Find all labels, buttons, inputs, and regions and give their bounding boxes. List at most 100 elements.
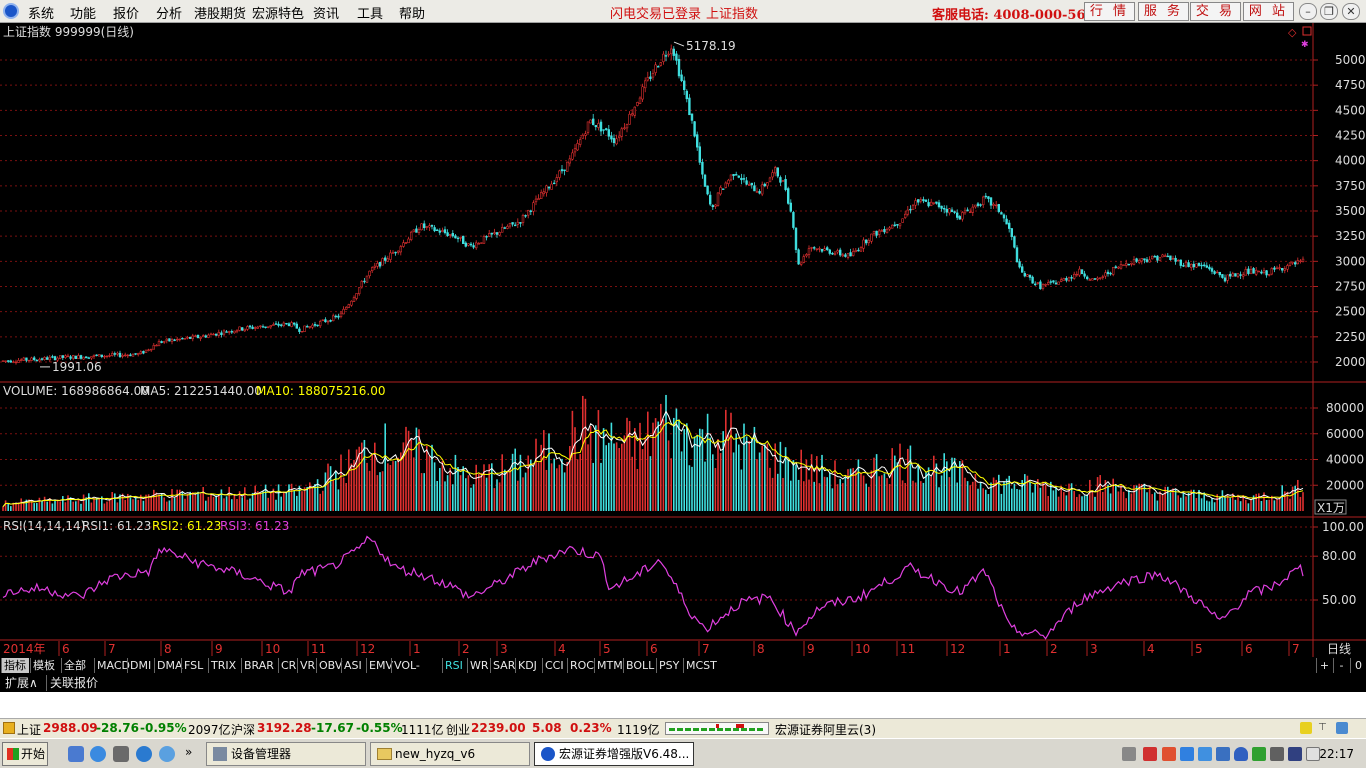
volume-bar — [709, 437, 711, 511]
indicator-tab-boll[interactable]: BOLL — [623, 658, 655, 673]
tray-gear-icon[interactable] — [1270, 747, 1284, 761]
keyboard-icon[interactable] — [1122, 747, 1136, 761]
browser-icon[interactable] — [136, 746, 152, 762]
indicator-tab-brar[interactable]: BRAR — [241, 658, 277, 673]
indicator-tab-psy[interactable]: PSY — [656, 658, 682, 673]
volume-bar — [1187, 492, 1190, 511]
menu-help[interactable]: 帮助 — [399, 3, 425, 22]
close-icon[interactable]: ✕ — [1342, 3, 1360, 20]
menu-analysis[interactable]: 分析 — [156, 3, 182, 22]
menu-news[interactable]: 资讯 — [313, 3, 339, 22]
candle-body — [87, 357, 91, 359]
indicator-tab-vol-tdx[interactable]: VOL-TDX — [391, 658, 441, 687]
indicator-tab-wr[interactable]: WR — [467, 658, 489, 673]
indicator-tab-asi[interactable]: ASI — [341, 658, 365, 673]
indicator-tab-rsi[interactable]: RSI — [442, 658, 466, 673]
task-hongyuan-app[interactable]: 宏源证券增强版V6.48... — [534, 742, 694, 766]
candle-body — [116, 352, 119, 355]
start-button[interactable]: 开始 — [2, 742, 48, 766]
volume-bar — [1289, 498, 1291, 511]
tray-security-icon[interactable] — [1234, 747, 1248, 761]
more-quicklaunch-icon[interactable]: » — [185, 745, 192, 759]
tray-network-icon[interactable] — [1198, 747, 1212, 761]
candle-body — [1140, 258, 1144, 262]
tray-monitor-icon[interactable] — [1216, 747, 1230, 761]
volume-icon[interactable] — [1306, 747, 1320, 761]
zoom-out-button[interactable]: - — [1333, 658, 1349, 673]
indicator-tab-macd[interactable]: MACD — [94, 658, 130, 673]
restore-icon[interactable]: ❐ — [1320, 3, 1338, 20]
indicator-tab-模板[interactable]: 模板 — [30, 658, 60, 673]
candle-body — [542, 191, 546, 195]
indicator-tab-全部[interactable]: 全部 — [61, 658, 93, 673]
volume-bar — [883, 473, 886, 511]
period-label[interactable]: 日线 — [1327, 642, 1351, 656]
task-folder[interactable]: new_hyzq_v6 — [370, 742, 530, 766]
ie-icon[interactable] — [90, 746, 106, 762]
candle-body — [805, 254, 808, 257]
messenger-icon[interactable] — [159, 746, 175, 762]
tray-app-icon[interactable] — [1162, 747, 1176, 761]
zoom-reset-button[interactable]: 0 — [1350, 658, 1366, 673]
clock[interactable]: 22:17 — [1319, 747, 1354, 761]
indicator-tab-emv[interactable]: EMV — [366, 658, 393, 673]
candle-body — [32, 357, 36, 360]
menu-function[interactable]: 功能 — [70, 3, 96, 22]
app-logo-icon[interactable] — [3, 3, 19, 19]
indicator-tab-roc[interactable]: ROC — [567, 658, 594, 673]
window-icon[interactable] — [113, 746, 129, 762]
tab-related-quotes[interactable]: 关联报价 — [46, 675, 101, 691]
diamond-icon[interactable]: ◇ — [1288, 26, 1297, 39]
tray-shield-icon[interactable] — [1180, 747, 1194, 761]
minimize-icon[interactable]: – — [1299, 3, 1317, 20]
server-name[interactable]: 宏源证券阿里云(3) — [775, 721, 876, 738]
candle-body — [719, 187, 722, 195]
indicator-tab-dmi[interactable]: DMI — [127, 658, 153, 673]
tray-green-icon[interactable] — [1252, 747, 1266, 761]
indicator-tab-cr[interactable]: CR — [278, 658, 296, 673]
candle-body — [581, 134, 585, 139]
indicator-tab-obv[interactable]: OBV — [316, 658, 342, 673]
volume-bar — [1115, 485, 1117, 511]
candle-body — [667, 53, 670, 56]
volume-bar — [1245, 499, 1247, 511]
network-icon[interactable] — [1336, 722, 1348, 734]
desktop-icon[interactable] — [68, 746, 84, 762]
indicator-tab-sar[interactable]: SAR — [490, 658, 515, 673]
indicator-tab-mcst[interactable]: MCST — [683, 658, 717, 673]
website-button[interactable]: 网 站 — [1243, 2, 1294, 21]
volume-bar — [225, 496, 228, 511]
menu-hk-futures[interactable]: 港股期货 — [194, 3, 246, 22]
indicator-tab-dma[interactable]: DMA — [154, 658, 183, 673]
candle-body — [1078, 268, 1081, 276]
chart-area[interactable]: 上证指数 999999(日线) ◇ ✱ 5000 4750 4500 4250 4000… — [0, 23, 1366, 657]
notice-icon[interactable] — [1300, 722, 1312, 734]
indicator-tab-指标[interactable]: 指标 — [1, 658, 29, 673]
indicator-tab-mtm[interactable]: MTM — [594, 658, 623, 673]
quote-button[interactable]: 行 情 — [1084, 2, 1135, 21]
indicator-tab-trix[interactable]: TRIX — [208, 658, 240, 673]
volume-bar — [953, 457, 956, 511]
volume-bar — [569, 446, 571, 511]
indicator-tab-cci[interactable]: CCI — [542, 658, 566, 673]
menu-hongyuan-special[interactable]: 宏源特色 — [252, 3, 304, 22]
tray-display-icon[interactable] — [1288, 747, 1302, 761]
task-device-manager[interactable]: 设备管理器 — [206, 742, 366, 766]
tab-expand[interactable]: 扩展∧ — [2, 675, 41, 691]
menu-quote[interactable]: 报价 — [113, 3, 139, 22]
y-tick-label: 2250 — [1335, 330, 1366, 344]
candle-body — [755, 191, 759, 193]
service-button[interactable]: 服 务 — [1138, 2, 1189, 21]
volume-bar — [33, 503, 35, 511]
status-icon[interactable] — [3, 722, 15, 734]
indicator-tab-kdj[interactable]: KDJ — [515, 658, 541, 673]
rsi-tick-label: 80.00 — [1322, 549, 1356, 563]
indicator-tab-vr[interactable]: VR — [297, 658, 315, 673]
indicator-tab-fsl[interactable]: FSL — [181, 658, 207, 673]
menu-system[interactable]: 系统 — [28, 3, 54, 22]
trade-button[interactable]: 交 易 — [1190, 2, 1241, 21]
menu-tools[interactable]: 工具 — [357, 3, 383, 22]
login-status[interactable]: 闪电交易已登录 — [610, 3, 701, 22]
zoom-in-button[interactable]: + — [1316, 658, 1332, 673]
tray-flag-icon[interactable] — [1143, 747, 1157, 761]
